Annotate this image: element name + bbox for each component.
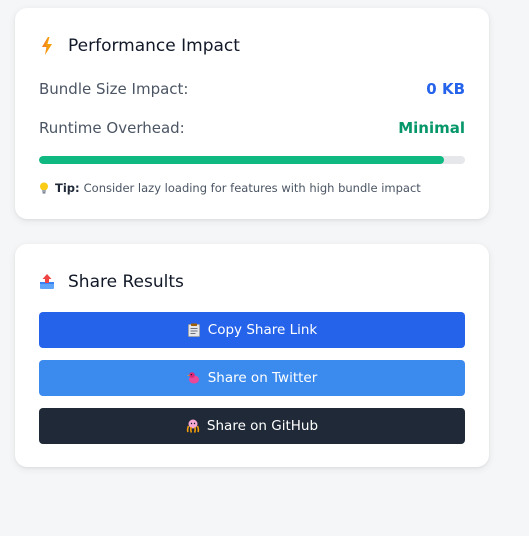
outbox-tray-icon [39,272,55,292]
lightning-icon [39,36,55,56]
performance-impact-card: Performance Impact Bundle Size Impact: 0… [15,8,489,219]
bird-icon [186,371,201,385]
share-on-twitter-label: Share on Twitter [207,370,318,386]
lightbulb-icon [39,182,49,194]
runtime-overhead-value: Minimal [398,119,465,137]
bundle-size-value: 0 KB [426,80,465,98]
performance-impact-title: Performance Impact [39,36,240,56]
tip-label: Tip: [55,181,80,195]
impact-progress-bar [39,156,465,164]
copy-share-link-label: Copy Share Link [207,322,318,338]
performance-impact-title-text: Performance Impact [68,36,240,56]
bundle-size-label: Bundle Size Impact: [39,80,189,98]
share-results-title-text: Share Results [68,272,184,292]
tip-message: Consider lazy loading for features with … [83,181,421,195]
share-on-github-button[interactable]: Share on GitHub [39,408,465,444]
clipboard-icon [187,323,201,337]
octopus-icon [186,419,200,433]
tip-text: Tip: Consider lazy loading for features … [39,181,421,195]
bundle-size-row: Bundle Size Impact: 0 KB [39,80,465,98]
copy-share-link-button[interactable]: Copy Share Link [39,312,465,348]
share-on-github-label: Share on GitHub [206,418,319,434]
runtime-overhead-row: Runtime Overhead: Minimal [39,119,465,137]
share-results-title: Share Results [39,272,184,292]
share-on-twitter-button[interactable]: Share on Twitter [39,360,465,396]
runtime-overhead-label: Runtime Overhead: [39,119,185,137]
share-results-card: Share Results Copy Share Link Share on T… [15,244,489,467]
impact-progress-fill [39,156,444,164]
